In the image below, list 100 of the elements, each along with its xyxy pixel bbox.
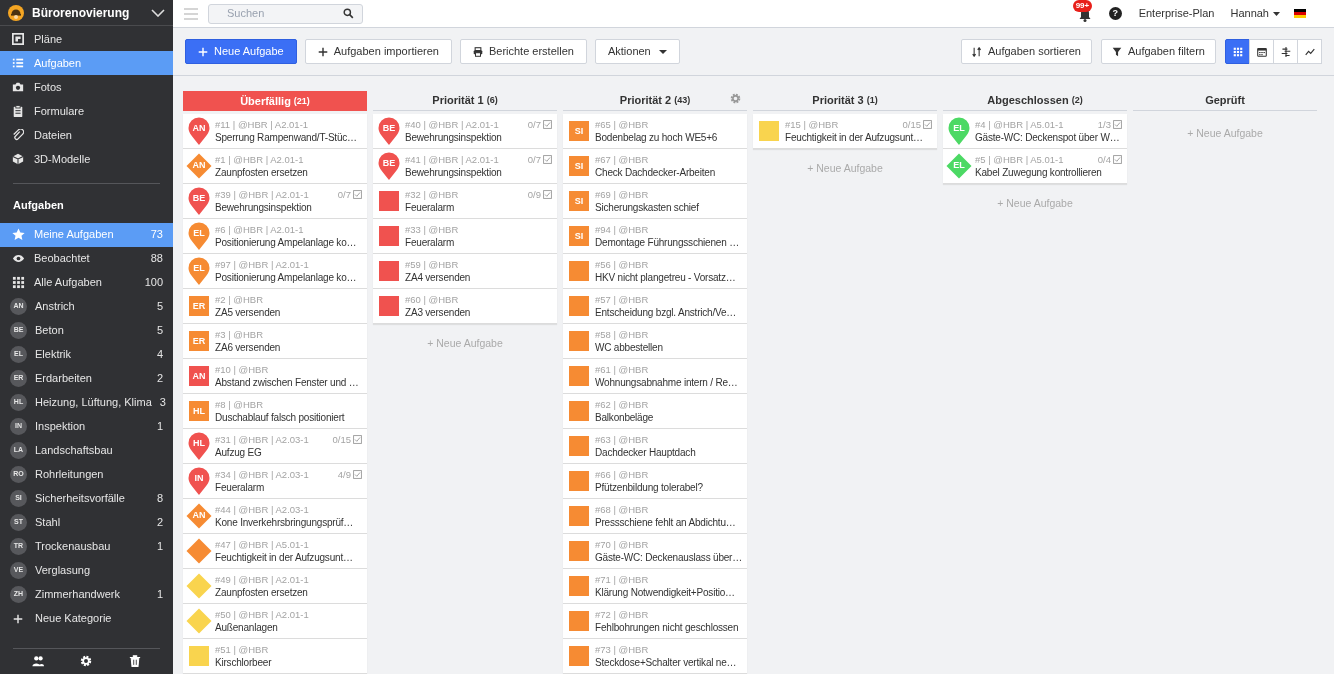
- eye-icon: [12, 252, 25, 265]
- task-card[interactable]: EL #4 | @HBR | A5.01-1 1/3 Gäste-WC: Deckenspot über W…: [943, 114, 1127, 149]
- toolbar-button[interactable]: Berichte erstellen: [459, 39, 587, 64]
- category-initials: EL: [952, 160, 966, 170]
- task-card[interactable]: #58 | @HBR WC abbestellen: [563, 324, 747, 359]
- task-card[interactable]: #71 | @HBR Klärung Notwendigkeit+Positio…: [563, 569, 747, 604]
- help-button[interactable]: ?: [1108, 7, 1122, 20]
- task-card[interactable]: #59 | @HBR ZA4 versenden: [373, 254, 557, 289]
- count-label: 5: [156, 323, 163, 339]
- task-card[interactable]: #57 | @HBR Entscheidung bzgl. Anstrich/Ve…: [563, 289, 747, 324]
- task-title: Kirschlorbeer: [215, 655, 272, 670]
- task-card[interactable]: EL #97 | @HBR | A2.01-1 Positionierung Ampelanlage ko…: [183, 254, 367, 289]
- task-meta: #56 | @HBR: [595, 257, 649, 271]
- nav-item[interactable]: Pläne: [0, 27, 173, 51]
- toolbar-button[interactable]: Aufgaben filtern: [1100, 39, 1216, 64]
- trash-icon[interactable]: [128, 655, 141, 667]
- task-card[interactable]: #62 | @HBR Balkonbeläge: [563, 394, 747, 429]
- task-meta: #11 | @HBR | A2.01-1: [215, 117, 309, 131]
- task-card[interactable]: SI #69 | @HBR Sicherungskasten schief: [563, 184, 747, 219]
- list-label: Beobachtet: [34, 251, 91, 267]
- task-card[interactable]: #47 | @HBR | A5.01-1 Feuchtigkeit in der Aufzugsunt…: [183, 534, 367, 569]
- task-card[interactable]: AN #11 | @HBR | A2.01-1 Sperrung Rampenwand/T-Stüc…: [183, 114, 367, 149]
- checklist-count: 0/15: [332, 432, 351, 446]
- people-icon[interactable]: [32, 655, 45, 667]
- checkbox-icon: [353, 189, 362, 199]
- task-card[interactable]: #72 | @HBR Fehlbohrungen nicht geschlossen: [563, 604, 747, 639]
- task-title: HKV nicht plangetreu - Vorsatz…: [595, 270, 736, 285]
- task-meta: #50 | @HBR | A2.01-1: [215, 607, 309, 621]
- list-label: Beton: [35, 323, 65, 339]
- task-title: Bewehrungsinspektion: [405, 130, 502, 145]
- task-card[interactable]: BE #40 | @HBR | A2.01-1 0/7 Bewehrungsinspektion: [373, 114, 557, 149]
- task-card[interactable]: #61 | @HBR Wohnungsabnahme intern / Re…: [563, 359, 747, 394]
- task-card[interactable]: BE #41 | @HBR | A2.01-1 0/7 Bewehrungsinspektion: [373, 149, 557, 184]
- task-card[interactable]: #66 | @HBR Pfützenbildung tolerabel?: [563, 464, 747, 499]
- count-label: 2: [156, 515, 163, 531]
- nav-item[interactable]: Dateien: [0, 123, 173, 147]
- task-card[interactable]: #73 | @HBR Steckdose+Schalter vertikal ne…: [563, 639, 747, 674]
- count-label: 5: [156, 299, 163, 315]
- task-card[interactable]: EL #5 | @HBR | A5.01-1 0/4 Kabel Zuwegung kontrollieren: [943, 149, 1127, 184]
- list-label: Trockenausbau: [35, 539, 112, 555]
- task-meta: #57 | @HBR: [595, 292, 649, 306]
- task-card[interactable]: HL #31 | @HBR | A2.03-1 0/15 Aufzug EG: [183, 429, 367, 464]
- category-initials: AN: [191, 371, 207, 381]
- task-card[interactable]: #68 | @HBR Pressschiene fehlt an Abdichtu…: [563, 499, 747, 534]
- task-meta: #32 | @HBR: [405, 187, 459, 201]
- task-title: Fehlbohrungen nicht geschlossen: [595, 620, 739, 635]
- task-list-item[interactable]: Alle Aufgaben 100: [0, 270, 173, 295]
- category-initials: AN: [191, 160, 207, 170]
- task-card[interactable]: #56 | @HBR HKV nicht plangetreu - Vorsatz…: [563, 254, 747, 289]
- nav-item[interactable]: Formulare: [0, 99, 173, 123]
- task-card[interactable]: SI #94 | @HBR Demontage Führungsschienen …: [563, 219, 747, 254]
- task-meta: #44 | @HBR | A2.03-1: [215, 502, 309, 516]
- task-list-item[interactable]: Neue Kategorie: [0, 606, 173, 631]
- toolbar-button[interactable]: Aufgaben sortieren: [961, 39, 1092, 64]
- task-card[interactable]: IN #34 | @HBR | A2.03-1 4/9 Feueralarm: [183, 464, 367, 499]
- task-card[interactable]: HL #8 | @HBR Duschablauf falsch positioniert: [183, 394, 367, 429]
- calendar-icon: [1256, 46, 1267, 57]
- task-title: Feuchtigkeit in der Aufzugsunt…: [785, 130, 923, 145]
- task-meta: #2 | @HBR: [215, 292, 263, 306]
- plus-icon: [13, 613, 23, 624]
- user-menu[interactable]: Hannah: [1230, 5, 1280, 22]
- task-title: Entscheidung bzgl. Anstrich/Ve…: [595, 305, 737, 320]
- list-label: Zimmerhandwerk: [35, 587, 121, 603]
- task-card[interactable]: #50 | @HBR | A2.01-1 Außenanlagen: [183, 604, 367, 639]
- nav-item[interactable]: Fotos: [0, 75, 173, 99]
- task-title: Feueralarm: [405, 200, 455, 215]
- checkbox-icon: [923, 119, 932, 129]
- task-card[interactable]: #32 | @HBR 0/9 Feueralarm: [373, 184, 557, 219]
- task-card[interactable]: SI #65 | @HBR Bodenbelag zu hoch WE5+6: [563, 114, 747, 149]
- search-field[interactable]: Suchen: [208, 3, 363, 24]
- view-toggle-button[interactable]: [1225, 39, 1250, 64]
- task-card[interactable]: #51 | @HBR Kirschlorbeer: [183, 639, 367, 674]
- toolbar-button[interactable]: Aufgaben importieren: [304, 39, 452, 64]
- search-input[interactable]: Suchen: [217, 5, 343, 22]
- task-card[interactable]: AN #44 | @HBR | A2.03-1 Kone Inverkehrsbringungsprüf…: [183, 499, 367, 534]
- task-card[interactable]: #49 | @HBR | A2.01-1 Zaunpfosten ersetzen: [183, 569, 367, 604]
- task-title: Abstand zwischen Fenster und …: [215, 375, 359, 390]
- task-card[interactable]: #33 | @HBR Feueralarm: [373, 219, 557, 254]
- project-title[interactable]: Bürorenovierung: [32, 3, 143, 22]
- task-card[interactable]: BE #39 | @HBR | A2.01-1 0/7 Bewehrungsinspektion: [183, 184, 367, 219]
- task-card[interactable]: #15 | @HBR 0/15 Feuchtigkeit in der Aufzugsunt…: [753, 114, 937, 149]
- task-title: Gäste-WC: Deckenauslass über…: [595, 550, 743, 565]
- task-meta: #51 | @HBR: [215, 642, 269, 656]
- task-card[interactable]: EL #6 | @HBR | A2.01-1 Positionierung Ampelanlage ko…: [183, 219, 367, 254]
- task-meta: #6 | @HBR | A2.01-1: [215, 222, 304, 236]
- task-card[interactable]: #60 | @HBR ZA3 versenden: [373, 289, 557, 324]
- task-card[interactable]: #70 | @HBR Gäste-WC: Deckenauslass über…: [563, 534, 747, 569]
- task-list-item[interactable]: Beobachtet 88: [0, 246, 173, 271]
- toolbar-button[interactable]: Aktionen: [594, 39, 680, 64]
- task-meta: #94 | @HBR: [595, 222, 649, 236]
- nav-label: Aufgaben: [34, 55, 82, 71]
- toolbar-button[interactable]: Neue Aufgabe: [185, 39, 297, 64]
- task-meta: #67 | @HBR: [595, 152, 649, 166]
- column-count: (1): [866, 94, 878, 108]
- list-label: Meine Aufgaben: [34, 227, 115, 243]
- task-card[interactable]: #63 | @HBR Dachdecker Hauptdach: [563, 429, 747, 464]
- plan-link[interactable]: Enterprise-Plan: [1138, 5, 1215, 22]
- task-card[interactable]: AN #10 | @HBR Abstand zwischen Fenster und …: [183, 359, 367, 394]
- nav-item[interactable]: 3D-Modelle: [0, 147, 173, 171]
- task-card[interactable]: SI #67 | @HBR Check Dachdecker-Arbeiten: [563, 149, 747, 184]
